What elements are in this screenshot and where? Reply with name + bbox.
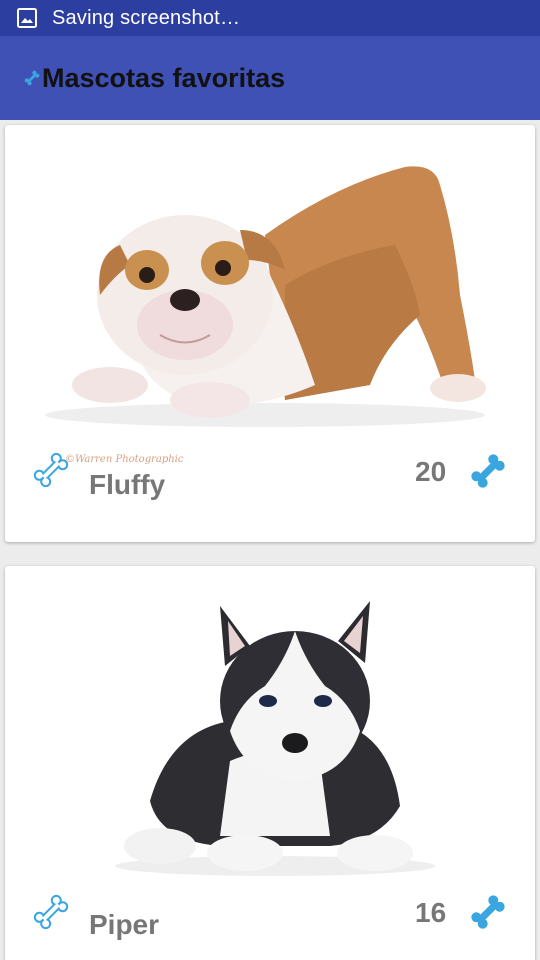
page-title: Mascotas favoritas <box>42 62 286 93</box>
likes-count: 16 <box>415 897 447 928</box>
pet-name: Fluffy <box>89 469 166 500</box>
pet-card[interactable]: Piper 16 <box>5 566 535 960</box>
pet-photo <box>80 591 465 891</box>
bone-icon <box>22 68 42 88</box>
pet-name: Piper <box>89 909 160 940</box>
pet-card[interactable]: ©Warren Photographic Fluffy 20 <box>5 125 535 542</box>
status-text: Saving screenshot… <box>52 6 241 29</box>
likes-count: 20 <box>415 456 447 487</box>
like-bone-icon[interactable] <box>31 892 71 932</box>
like-bone-icon[interactable] <box>31 450 71 490</box>
pet-list[interactable]: ©Warren Photographic Fluffy 20 Piper 16 <box>0 120 540 960</box>
image-icon <box>16 7 38 29</box>
photo-watermark: ©Warren Photographic <box>65 454 184 465</box>
status-bar: Saving screenshot… <box>0 0 540 36</box>
bone-icon <box>468 892 508 932</box>
bone-icon <box>468 451 508 491</box>
app-bar: Mascotas favoritas <box>0 36 540 120</box>
pet-photo: ©Warren Photographic <box>35 145 505 465</box>
